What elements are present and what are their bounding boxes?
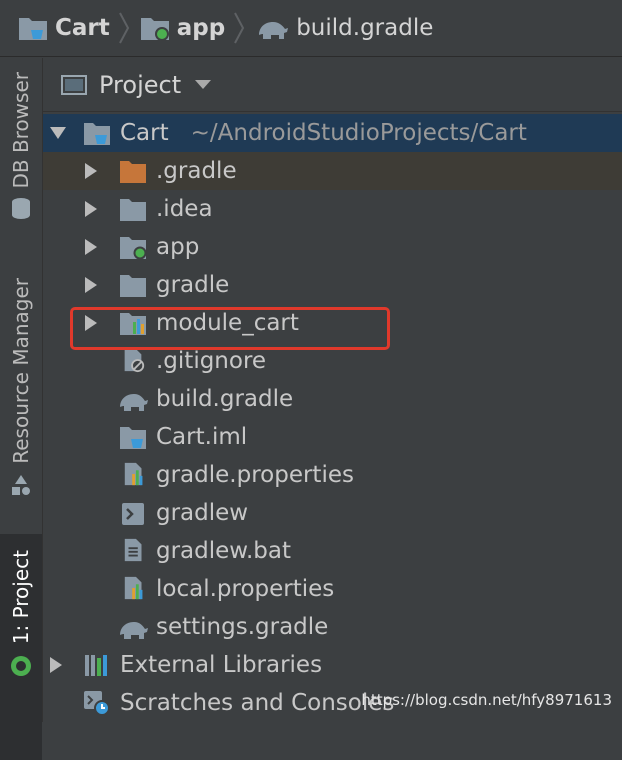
shell-script-icon: [122, 503, 144, 525]
chevron-down-icon[interactable]: [195, 80, 212, 89]
tree-label: app: [156, 234, 200, 260]
tree-label: settings.gradle: [156, 614, 329, 640]
tree-label: Cart.iml: [156, 424, 248, 450]
root-path: ~/AndroidStudioProjects/Cart: [190, 120, 527, 146]
collapse-arrow-icon[interactable]: [85, 201, 97, 217]
gradle-elephant-icon: [120, 622, 148, 639]
tree-label: local.properties: [156, 576, 335, 602]
tree-item-gradle[interactable]: gradle: [43, 266, 622, 304]
breadcrumb-item-build-gradle[interactable]: build.gradle: [255, 15, 433, 41]
tree-item-app[interactable]: app: [43, 228, 622, 266]
properties-file-icon: [124, 462, 143, 486]
libraries-icon: [85, 655, 107, 676]
tree-label: Scratches and Consoles: [120, 690, 395, 716]
breadcrumb-label: Cart: [55, 15, 110, 41]
tree-label: External Libraries: [120, 652, 323, 678]
tab-project[interactable]: 1: Project: [0, 534, 42, 760]
tree-item-local-properties[interactable]: local.properties: [43, 570, 622, 608]
module-folder-icon: [120, 237, 147, 260]
tree-root-cart[interactable]: Cart ~/AndroidStudioProjects/Cart: [43, 114, 622, 152]
tab-db-browser[interactable]: DB Browser: [0, 72, 42, 221]
project-window-icon: [61, 74, 87, 95]
tab-label: DB Browser: [9, 72, 33, 189]
tree-item-gradle-dir[interactable]: .gradle: [43, 152, 622, 190]
breadcrumb-item-cart[interactable]: Cart: [18, 15, 110, 41]
tree-item-gradlew[interactable]: gradlew: [43, 494, 622, 532]
folder-icon: [120, 199, 146, 221]
tab-label: 1: Project: [9, 550, 33, 645]
tree-item-external-libraries[interactable]: External Libraries: [43, 646, 622, 684]
tree-label: Cart ~/AndroidStudioProjects/Cart: [120, 120, 527, 146]
text-file-icon: [124, 538, 142, 562]
tree-item-build-gradle[interactable]: build.gradle: [43, 380, 622, 418]
tool-window-strip: DB Browser Resource Manager 1: Project: [0, 58, 43, 760]
tree-item-idea[interactable]: .idea: [43, 190, 622, 228]
project-tree: Cart ~/AndroidStudioProjects/Cart .gradle…: [43, 114, 622, 722]
tree-item-cart-iml[interactable]: Cart.iml: [43, 418, 622, 456]
android-icon: [11, 656, 31, 677]
gradle-elephant-icon: [259, 22, 289, 39]
iml-folder-icon: [120, 427, 146, 449]
tree-item-gradlew-bat[interactable]: gradlew.bat: [43, 532, 622, 570]
breadcrumb-label: build.gradle: [296, 15, 434, 41]
tree-label: gradle: [156, 272, 230, 298]
tree-item-gradle-properties[interactable]: gradle.properties: [43, 456, 622, 494]
chevron-right-icon: [118, 12, 129, 44]
collapse-arrow-icon[interactable]: [85, 239, 97, 255]
collapse-arrow-icon[interactable]: [50, 657, 62, 673]
root-name: Cart: [120, 120, 169, 146]
module-folder-icon: [140, 18, 169, 41]
ignored-file-icon: [124, 348, 145, 373]
gradle-elephant-icon: [120, 394, 148, 411]
highlight-box-module-cart: [70, 307, 390, 350]
database-icon: [12, 197, 30, 219]
tree-label: gradlew.bat: [156, 538, 292, 564]
properties-file-icon: [124, 576, 143, 600]
scratches-icon: [84, 691, 110, 716]
tab-resource-manager[interactable]: Resource Manager: [0, 278, 42, 498]
tree-label: build.gradle: [156, 386, 294, 412]
tree-label: gradlew: [156, 500, 249, 526]
folder-icon: [19, 18, 47, 40]
folder-icon: [120, 275, 146, 297]
collapse-arrow-icon[interactable]: [85, 277, 97, 293]
tab-label: Resource Manager: [9, 278, 33, 464]
breadcrumb: Cart app build.gradle: [0, 0, 622, 57]
watermark: https://blog.csdn.net/hfy8971613: [361, 691, 612, 709]
tree-label: .gitignore: [156, 348, 267, 374]
project-folder-icon: [84, 123, 110, 145]
project-view-title: Project: [99, 70, 182, 99]
expand-arrow-icon[interactable]: [50, 127, 66, 139]
project-view-header[interactable]: Project: [43, 58, 622, 112]
tree-item-settings-gradle[interactable]: settings.gradle: [43, 608, 622, 646]
tree-label: .idea: [156, 196, 213, 222]
tree-label: gradle.properties: [156, 462, 354, 488]
orange-folder-icon: [120, 161, 146, 183]
chevron-right-icon: [234, 12, 245, 44]
tree-label: .gradle: [156, 158, 237, 184]
breadcrumb-item-app[interactable]: app: [140, 15, 225, 41]
collapse-arrow-icon[interactable]: [85, 163, 97, 179]
breadcrumb-label: app: [176, 15, 226, 41]
shapes-icon: [12, 474, 30, 495]
